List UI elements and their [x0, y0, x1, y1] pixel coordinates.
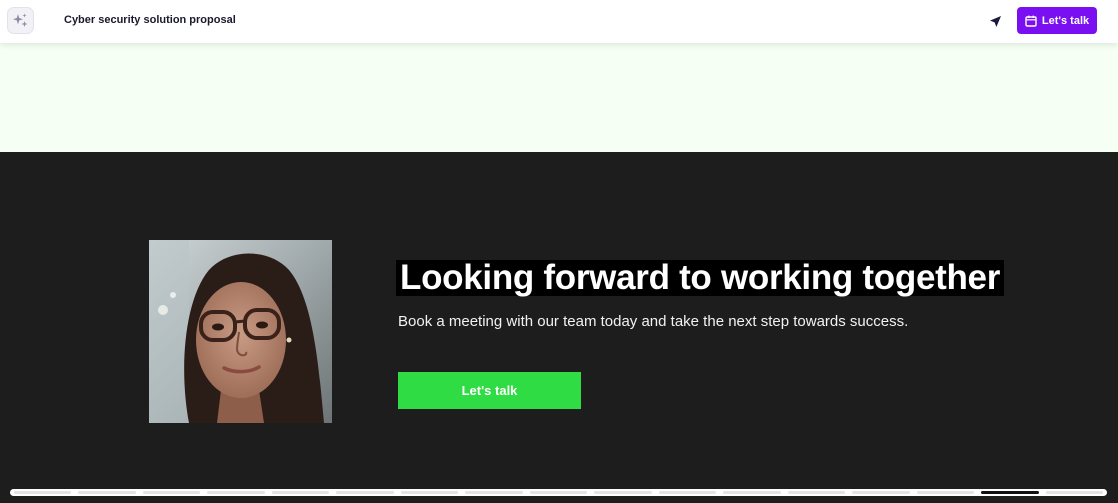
closing-subtext: Book a meeting with our team today and t… [398, 313, 909, 330]
progress-segment[interactable] [400, 491, 459, 494]
progress-segment[interactable] [78, 491, 136, 494]
slide-progress-bar[interactable] [10, 489, 1107, 496]
progress-segment[interactable] [658, 491, 717, 494]
progress-segment[interactable] [465, 491, 523, 494]
progress-segment[interactable] [529, 491, 588, 494]
calendar-icon [1025, 15, 1037, 27]
lets-talk-header-label: Let's talk [1041, 14, 1090, 27]
progress-segment[interactable] [981, 491, 1039, 494]
progress-segment[interactable] [787, 491, 846, 494]
progress-segment[interactable] [594, 491, 652, 494]
progress-segment[interactable] [271, 491, 330, 494]
document-title: Cyber security solution proposal [64, 14, 236, 26]
progress-segment[interactable] [336, 491, 394, 494]
progress-segment[interactable] [14, 491, 72, 494]
progress-segment[interactable] [142, 491, 201, 494]
mint-banner [0, 43, 1118, 152]
team-member-photo [149, 240, 332, 423]
top-bar: Cyber security solution proposal Let's t… [0, 0, 1118, 43]
closing-headline: Looking forward to working together [396, 260, 1005, 296]
progress-segment[interactable] [723, 491, 781, 494]
progress-segment[interactable] [207, 491, 265, 494]
progress-segment[interactable] [852, 491, 910, 494]
progress-segment[interactable] [916, 491, 975, 494]
lets-talk-button[interactable]: Let's talk [398, 372, 581, 409]
sparkle-icon[interactable] [7, 7, 34, 34]
send-arrow-icon[interactable] [987, 13, 1003, 29]
progress-segment[interactable] [1045, 491, 1103, 494]
lets-talk-header-button[interactable]: Let's talk [1017, 7, 1097, 34]
